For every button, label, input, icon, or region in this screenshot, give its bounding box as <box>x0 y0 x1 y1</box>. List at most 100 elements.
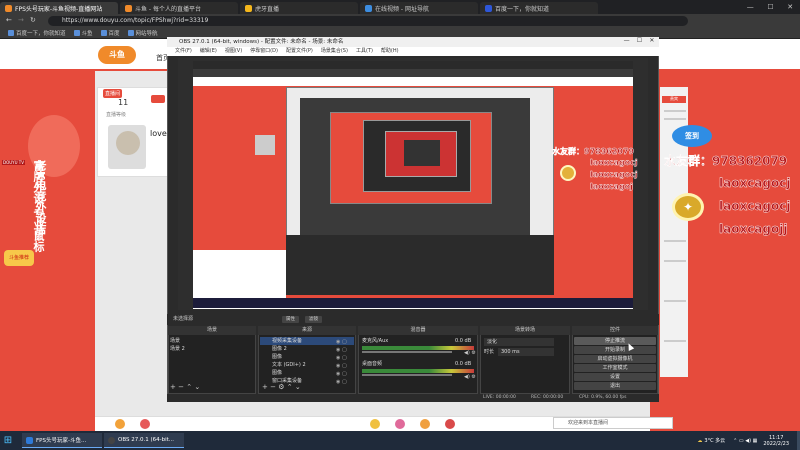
tab-label: 在线视频 - 网址导航 <box>375 5 429 13</box>
url-input[interactable]: https://www.douyu.com/topic/FPShwj?rid=3… <box>48 16 688 26</box>
menu-scene-collection[interactable]: 场景集合(S) <box>321 47 348 56</box>
menu-file[interactable]: 文件(F) <box>175 47 192 56</box>
gear-icon[interactable]: ⚙ <box>471 350 475 356</box>
eye-icon[interactable]: ◉ ▢ <box>336 354 347 362</box>
bookmark-item[interactable]: 百度一下，你就知道 <box>8 29 66 37</box>
scene-item[interactable]: 场景 2 <box>170 345 254 353</box>
volume-slider[interactable] <box>362 351 452 353</box>
stop-streaming-button[interactable]: 停止推流 <box>574 337 656 345</box>
remove-icon[interactable]: − <box>270 383 276 391</box>
browser-tab[interactable]: 虎牙直播 <box>240 2 358 14</box>
back-icon[interactable]: ← <box>6 16 12 24</box>
close-icon[interactable]: ✕ <box>649 37 654 47</box>
ranking-row <box>664 260 686 262</box>
properties-button[interactable]: 属性 <box>282 316 299 323</box>
menu-edit[interactable]: 编辑(E) <box>200 47 217 56</box>
close-icon[interactable]: ✕ <box>787 3 793 11</box>
browser-window-controls: — ☐ ✕ <box>740 3 800 11</box>
transitions-dock <box>480 326 570 394</box>
recursive-preview-6 <box>404 140 440 166</box>
douyu-logo[interactable]: 斗鱼 <box>98 46 136 64</box>
eye-icon[interactable]: ◉ ▢ <box>336 370 347 378</box>
menu-help[interactable]: 帮助(H) <box>381 47 399 56</box>
speaker-icon[interactable]: ◀) <box>464 350 470 356</box>
studio-mode-button[interactable]: 工作室模式 <box>574 364 656 372</box>
mixer-controls: ◀) ⚙ <box>464 350 476 356</box>
gift-icon[interactable] <box>445 419 455 429</box>
remove-icon[interactable]: − <box>178 383 184 391</box>
banner-vertical-text: 富牌外设 专业鼠标 <box>32 160 45 252</box>
gift-icon[interactable] <box>115 419 125 429</box>
medal-icon: ✦ <box>672 193 704 221</box>
taskbar-app[interactable]: OBS 27.0.1 (64-bit... <box>104 433 184 448</box>
browser-tab[interactable]: 在线视频 - 网址导航 <box>360 2 478 14</box>
windows-start-icon[interactable]: ⊞ <box>0 431 16 450</box>
exit-button[interactable]: 退出 <box>574 382 656 390</box>
gift-icon[interactable] <box>395 419 405 429</box>
menu-tools[interactable]: 工具(T) <box>356 47 373 56</box>
start-recording-button[interactable]: 开始录制 <box>574 346 656 354</box>
taskbar-app-label: OBS 27.0.1 (64-bit... <box>118 437 175 443</box>
tray-icons[interactable]: ⌃ ▭ ◀) ▦ <box>733 438 757 444</box>
level-badge: 直播间 <box>103 89 123 98</box>
minimize-icon[interactable]: — <box>624 37 630 47</box>
eye-icon[interactable]: ◉ ▢ <box>336 362 347 370</box>
add-icon[interactable]: + <box>170 383 176 391</box>
bookmark-label: 百度一下，你就知道 <box>16 31 66 37</box>
bookmark-item[interactable]: 网站导航 <box>127 29 158 37</box>
add-icon[interactable]: + <box>262 383 268 391</box>
settings-button[interactable]: 设置 <box>574 373 656 381</box>
menu-view[interactable]: 视图(V) <box>225 47 242 56</box>
menu-profile[interactable]: 配置文件(P) <box>286 47 313 56</box>
forward-icon[interactable]: → <box>18 16 24 24</box>
move-up-icon[interactable]: ⌃ <box>287 383 293 391</box>
obs-menu-bar: 文件(F) 编辑(E) 视图(V) 停靠窗口(D) 配置文件(P) 场景集合(S… <box>167 47 659 56</box>
windows-taskbar: ⊞ FPS头号玩家-斗鱼... OBS 27.0.1 (64-bit... ☁ … <box>0 431 800 450</box>
bookmark-item[interactable]: 百度 <box>100 29 120 37</box>
overlay-chat-line: laoxcagojj <box>719 222 788 236</box>
move-down-icon[interactable]: ⌄ <box>295 383 301 391</box>
maximize-icon[interactable]: ☐ <box>637 37 642 47</box>
refresh-icon[interactable]: ↻ <box>30 16 36 24</box>
gift-icon[interactable] <box>370 419 380 429</box>
minimize-icon[interactable]: — <box>747 3 754 11</box>
transition-select[interactable]: 淡化 <box>484 338 554 346</box>
gift-icon[interactable] <box>140 419 150 429</box>
overlay-chat-line: 水友群：978362079 <box>552 147 635 156</box>
clock[interactable]: 11:17 2022/2/23 <box>763 435 789 447</box>
obs-title-bar: OBS 27.0.1 (64-bit, windows) - 配置文件: 未命名… <box>167 37 659 47</box>
duration-input[interactable]: 300 ms <box>498 348 554 356</box>
follow-button[interactable] <box>151 95 165 103</box>
browser-tab[interactable]: 斗鱼 - 每个人的直播平台 <box>120 2 238 14</box>
gift-icon[interactable] <box>420 419 430 429</box>
bookmark-item[interactable]: 斗鱼 <box>73 29 93 37</box>
browser-tab[interactable]: 百度一下，你就知道 <box>480 2 598 14</box>
scene-item[interactable]: 场景 <box>170 337 254 345</box>
eye-icon[interactable]: ◉ ▢ <box>336 346 347 354</box>
gear-icon[interactable]: ⚙ <box>278 383 284 391</box>
eye-icon[interactable]: ◉ ▢ <box>336 338 347 346</box>
eye-icon[interactable]: ◉ ▢ <box>336 378 347 386</box>
mixer-track-db: 0.0 dB <box>455 361 472 367</box>
obs-icon <box>108 436 115 444</box>
weather-text[interactable]: 3°C 多云 <box>704 437 725 444</box>
menu-docks[interactable]: 停靠窗口(D) <box>250 47 278 56</box>
move-down-icon[interactable]: ⌄ <box>194 383 200 391</box>
ranking-row <box>664 118 686 120</box>
browser-tab[interactable]: FPS头号玩家-斗鱼视频-直播网站 <box>0 2 118 14</box>
chat-input[interactable]: 欢迎来到本直播间 <box>553 417 673 429</box>
filters-button[interactable]: 滤镜 <box>305 316 322 323</box>
taskbar-app[interactable]: FPS头号玩家-斗鱼... <box>22 433 102 448</box>
tab-label: 百度一下，你就知道 <box>495 5 550 13</box>
gear-icon[interactable]: ⚙ <box>471 374 475 380</box>
maximize-icon[interactable]: ☐ <box>767 3 773 11</box>
bookmark-icon <box>100 30 107 36</box>
sign-in-badge[interactable]: 签到 <box>672 125 712 147</box>
overlay-chat-line: 水友群：978362079 <box>664 154 788 168</box>
volume-slider[interactable] <box>362 374 452 376</box>
overlay-chat-line: laoxcagocj <box>719 176 791 190</box>
speaker-icon[interactable]: ◀) <box>464 374 470 380</box>
fish-logo: 斗鱼推荐 <box>4 250 34 266</box>
move-up-icon[interactable]: ⌃ <box>186 383 192 391</box>
virtual-camera-button[interactable]: 启动虚拟摄像机 <box>574 355 656 363</box>
